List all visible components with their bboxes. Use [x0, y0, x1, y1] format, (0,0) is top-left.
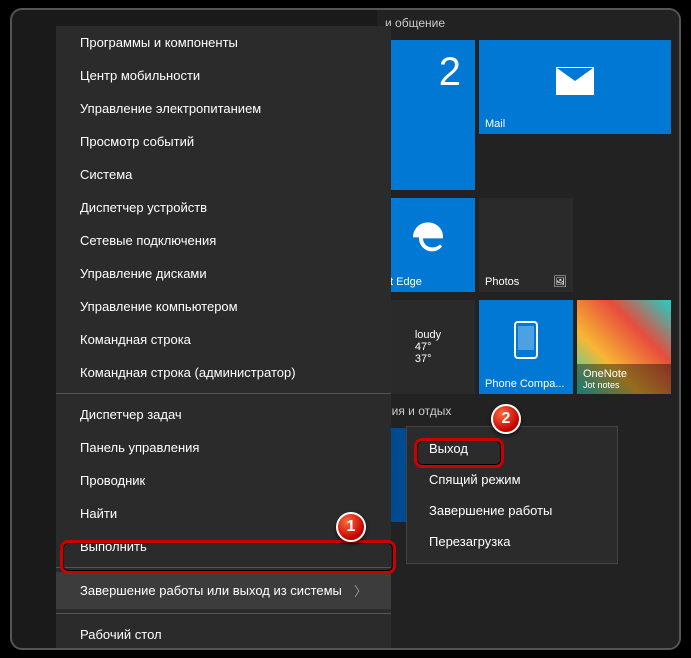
ctx-system[interactable]: Система	[56, 158, 391, 191]
ctx-command-prompt-admin[interactable]: Командная строка (администратор)	[56, 356, 391, 389]
section-header-2: ния и отдых	[377, 398, 679, 424]
ctx-device-manager[interactable]: Диспетчер устройств	[56, 191, 391, 224]
annotation-badge-1: 1	[336, 512, 366, 542]
edge-icon	[410, 220, 446, 261]
tile-calendar[interactable]: 2	[381, 40, 475, 190]
separator	[56, 567, 391, 568]
separator	[56, 393, 391, 394]
ctx-programs-features[interactable]: Программы и компоненты	[56, 26, 391, 59]
ctx-power-options[interactable]: Управление электропитанием	[56, 92, 391, 125]
tile-weather[interactable]: loudy 47° 37°	[381, 300, 475, 394]
annotation-badge-2: 2	[491, 404, 521, 434]
shutdown-submenu: Выход Спящий режим Завершение работы Пер…	[406, 426, 618, 564]
separator	[56, 613, 391, 614]
submenu-signout[interactable]: Выход	[407, 433, 617, 464]
winx-context-menu: Программы и компоненты Центр мобильности…	[56, 26, 391, 650]
tile-photos[interactable]: Photos 🖼	[479, 198, 573, 292]
ctx-event-viewer[interactable]: Просмотр событий	[56, 125, 391, 158]
ctx-control-panel[interactable]: Панель управления	[56, 431, 391, 464]
ctx-task-manager[interactable]: Диспетчер задач	[56, 398, 391, 431]
ctx-command-prompt[interactable]: Командная строка	[56, 323, 391, 356]
section-header: и общение	[377, 10, 679, 36]
ctx-disk-management[interactable]: Управление дисками	[56, 257, 391, 290]
ctx-desktop[interactable]: Рабочий стол	[56, 618, 391, 650]
chevron-right-icon: 〉	[354, 581, 367, 600]
submenu-sleep[interactable]: Спящий режим	[407, 464, 617, 495]
ctx-file-explorer[interactable]: Проводник	[56, 464, 391, 497]
submenu-shutdown[interactable]: Завершение работы	[407, 495, 617, 526]
tile-phone-companion[interactable]: Phone Compa...	[479, 300, 573, 394]
mail-icon	[555, 66, 595, 101]
phone-icon	[513, 320, 539, 365]
photo-icon: 🖼	[553, 275, 567, 288]
tile-onenote[interactable]: OneNote Jot notes	[577, 300, 671, 394]
ctx-shutdown-signout[interactable]: Завершение работы или выход из системы 〉	[56, 572, 391, 609]
ctx-network-connections[interactable]: Сетевые подключения	[56, 224, 391, 257]
tile-mail[interactable]: Mail	[479, 40, 671, 134]
submenu-restart[interactable]: Перезагрузка	[407, 526, 617, 557]
tile-edge[interactable]: ft Edge	[381, 198, 475, 292]
ctx-mobility-center[interactable]: Центр мобильности	[56, 59, 391, 92]
ctx-computer-management[interactable]: Управление компьютером	[56, 290, 391, 323]
